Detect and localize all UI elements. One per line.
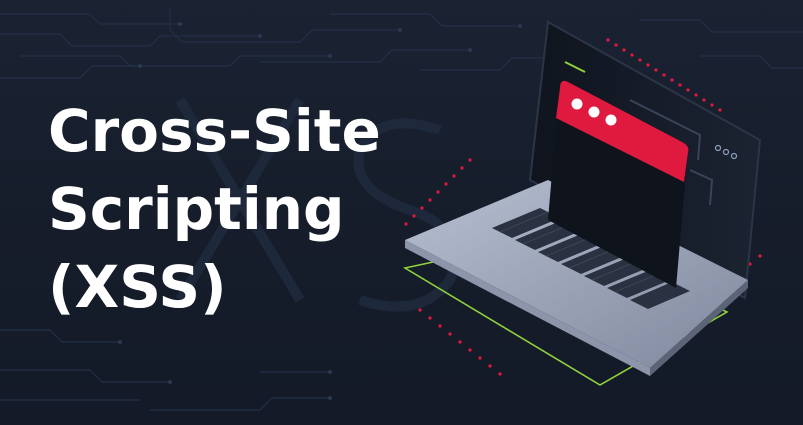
window-dot-1 [571, 98, 583, 110]
xss-banner: Cross-Site Scripting (XSS) [0, 0, 803, 425]
window-dot-3 [605, 114, 617, 126]
window-dot-2 [588, 106, 600, 118]
laptop-illustration [402, 20, 762, 386]
